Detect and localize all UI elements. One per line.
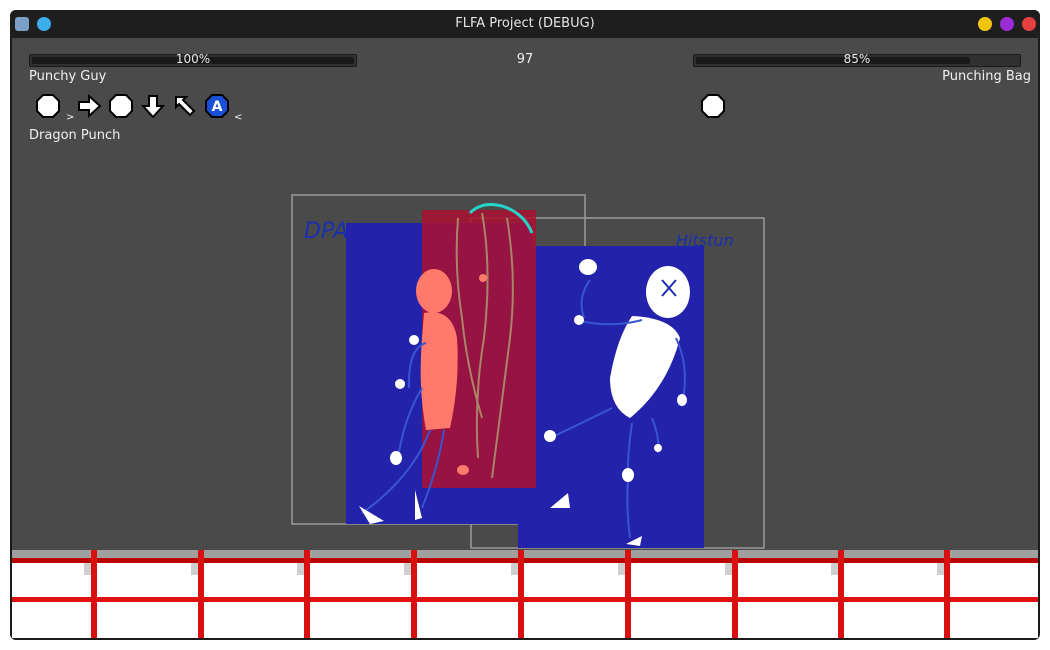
maximize-button[interactable] (1000, 17, 1014, 31)
p1-sketch-label: DPA (304, 219, 348, 244)
stage-floor (12, 550, 1038, 638)
minimize-button[interactable] (978, 17, 992, 31)
app-window: FLFA Project (DEBUG) 100% 97 85% Punchy … (10, 10, 1040, 640)
p2-sketch-label: Hitstun (676, 231, 734, 250)
close-button[interactable] (1022, 17, 1036, 31)
window-title: FLFA Project (DEBUG) (455, 16, 595, 31)
fight-scene: DPA Hitstun (291, 194, 765, 549)
title-bar: FLFA Project (DEBUG) (10, 10, 1040, 38)
game-viewport[interactable]: 100% 97 85% Punchy Guy Punching Bag > A (12, 38, 1038, 638)
